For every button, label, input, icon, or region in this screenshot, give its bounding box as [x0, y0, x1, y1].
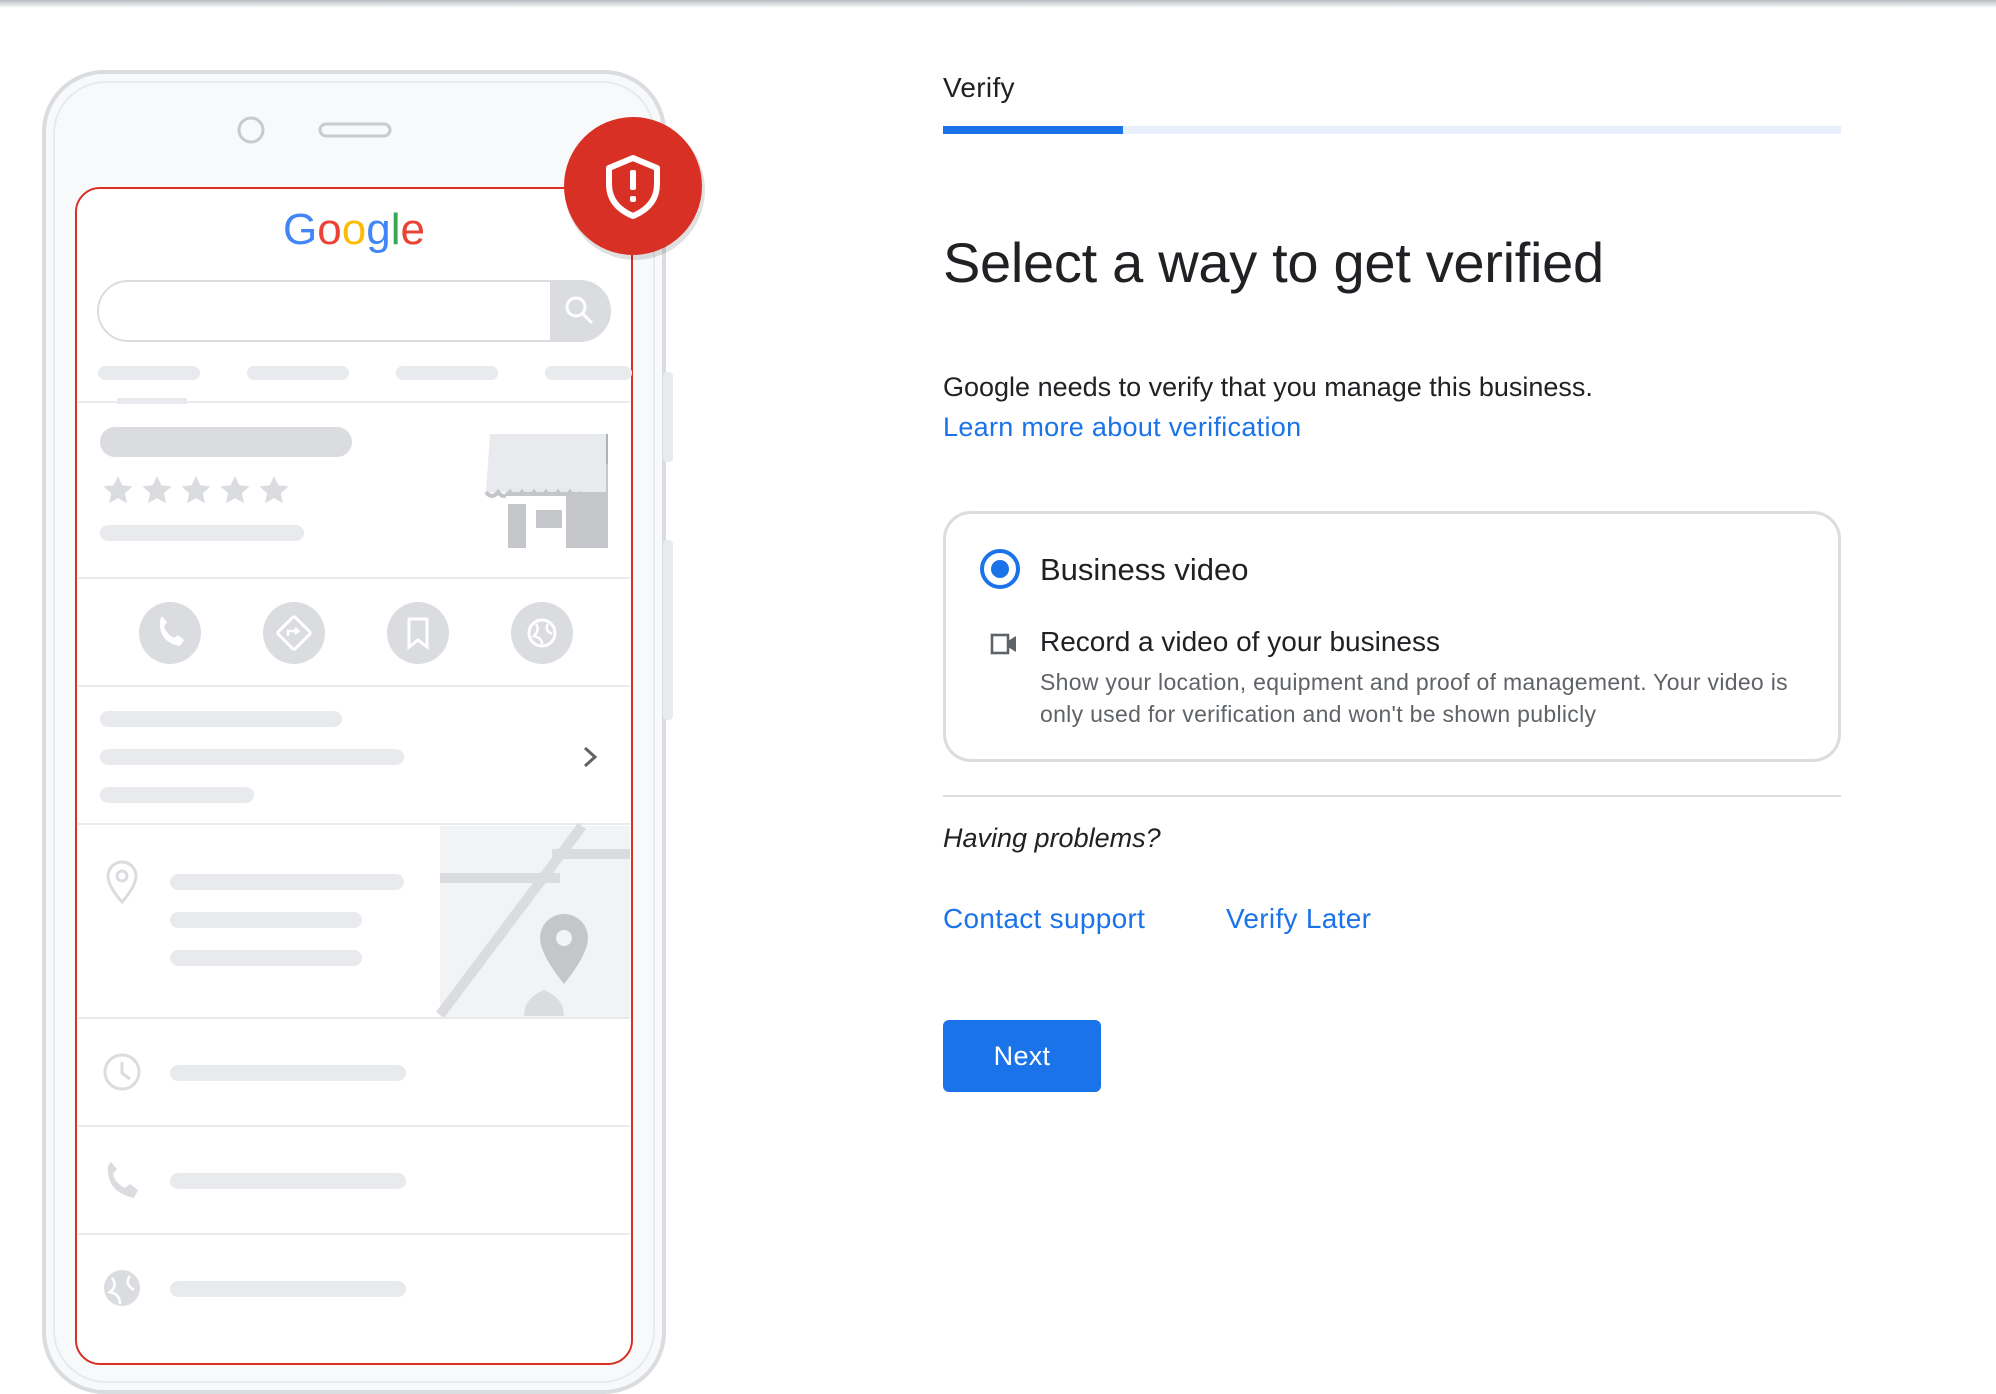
phone-side-button-2: [663, 540, 673, 720]
videocam-icon: [990, 633, 1016, 655]
radio-button-selected[interactable]: [980, 549, 1020, 589]
chip-placeholder: [247, 366, 349, 380]
contact-support-button[interactable]: Contact support: [943, 903, 1145, 935]
text-placeholder: [170, 1065, 406, 1081]
search-button: [550, 281, 610, 341]
google-logo: Google: [283, 205, 425, 254]
business-name-placeholder: [100, 427, 352, 457]
search-bar: [97, 280, 611, 342]
google-logo-letter-1: G: [283, 205, 317, 254]
next-button[interactable]: Next: [943, 1020, 1101, 1092]
directions-icon: [263, 602, 325, 664]
verify-later-button[interactable]: Verify Later: [1226, 903, 1371, 935]
google-logo-letter-4: g: [366, 205, 390, 254]
google-logo-letter-5: l: [391, 205, 401, 254]
text-placeholder: [170, 874, 404, 890]
phone-side-button-1: [663, 372, 673, 462]
chip-placeholder: [98, 366, 200, 380]
call-icon: [139, 602, 201, 664]
text-placeholder: [170, 1281, 406, 1297]
text-placeholder: [170, 912, 362, 928]
option-description: Show your location, equipment and proof …: [1040, 669, 1788, 727]
chip-placeholder: [396, 366, 498, 380]
text-placeholder: [170, 950, 362, 966]
text-placeholder: [100, 525, 304, 541]
page-title: Select a way to get verified: [943, 231, 1604, 294]
option-subtitle: Record a video of your business: [1040, 626, 1440, 657]
phone-illustration-svg: Google: [42, 70, 705, 1394]
help-heading: Having problems?: [943, 823, 1161, 853]
chip-placeholder: [545, 366, 632, 380]
progress-fill: [943, 126, 1123, 134]
globe-icon: [511, 602, 573, 664]
text-placeholder: [100, 711, 342, 727]
text-placeholder: [100, 787, 254, 803]
progress-bar: [943, 126, 1841, 134]
intro-text: Google needs to verify that you manage t…: [943, 372, 1593, 402]
bookmark-icon: [387, 602, 449, 664]
option-card-business-video[interactable]: Business video Record a video of your bu…: [943, 511, 1841, 762]
map-thumbnail: [436, 822, 630, 1019]
tab-indicator: [117, 398, 187, 404]
option-title: Business video: [1040, 552, 1249, 587]
text-placeholder: [170, 1173, 406, 1189]
google-logo-letter-3: o: [342, 205, 366, 254]
globe-icon: [104, 1270, 140, 1306]
alert-mark: [630, 170, 636, 190]
verification-panel: Verify Select a way to get verified Goog…: [943, 0, 1843, 1394]
google-logo-letter-6: e: [400, 205, 424, 254]
learn-more-link[interactable]: Learn more about verification: [943, 410, 1301, 444]
text-placeholder: [100, 749, 404, 765]
alert-dot: [630, 196, 636, 202]
section-divider: [943, 795, 1841, 797]
step-label: Verify: [943, 72, 1015, 103]
google-logo-letter-2: o: [317, 205, 341, 254]
phone-illustration: Google: [0, 0, 720, 1394]
